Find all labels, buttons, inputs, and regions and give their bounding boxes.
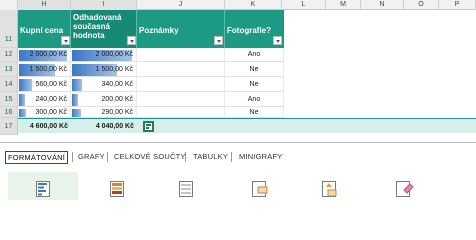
cell-fotografie[interactable]: Ne [225, 62, 284, 77]
option-greater-than[interactable] [228, 172, 298, 200]
column-header-j[interactable]: J [137, 0, 225, 10]
row-header-16[interactable]: 16 [0, 107, 18, 118]
cell-odhadovana[interactable]: 340,00 Kč [71, 77, 137, 92]
tab-separator [107, 152, 108, 162]
filter-dropdown-fotografie[interactable] [273, 36, 282, 45]
cell-odhadovana[interactable]: 290,00 Kč [71, 107, 137, 118]
row-header-15[interactable]: 15 [0, 92, 18, 107]
header-poznamky-label: Poznámky [139, 26, 179, 35]
row-header-12[interactable]: 12 [0, 48, 18, 62]
total-odhad-value: 4 040,00 Kč [95, 123, 134, 130]
databar [72, 109, 81, 117]
option-top-10[interactable] [298, 172, 368, 200]
cell-kupni-cena[interactable]: 300,00 Kč [18, 107, 71, 118]
cell-value: Ano [247, 96, 261, 103]
cell-kupni-cena[interactable]: 560,00 Kč [18, 77, 71, 92]
databar [72, 79, 83, 91]
databar [72, 94, 78, 106]
filter-dropdown-kupni-cena[interactable] [61, 36, 70, 45]
option-color-scale[interactable] [82, 172, 152, 200]
tab-celkove-soucty[interactable]: CELKOVÉ SOUČTY [114, 151, 186, 162]
column-header-p[interactable]: P [439, 0, 476, 10]
cell-value: 240,00 Kč [35, 96, 67, 103]
option-icon-set[interactable] [155, 172, 225, 200]
tab-minigrafy[interactable]: MINIGRAFY [239, 151, 282, 162]
cell-value: 1 500,00 Kč [95, 66, 133, 73]
quick-analysis-button[interactable] [143, 121, 154, 132]
cell-kupni-cena[interactable]: 2 000,00 Kč [18, 48, 71, 62]
cell-fotografie[interactable]: Ne [225, 107, 284, 118]
cell-value: 340,00 Kč [101, 81, 133, 88]
cell-value: 290,00 Kč [101, 109, 133, 116]
column-header-i[interactable]: I [71, 0, 137, 10]
column-header-m[interactable]: M [326, 0, 361, 10]
tab-tabulky[interactable]: TABULKY [193, 151, 228, 162]
cell-odhadovana[interactable]: 200,00 Kč [71, 92, 137, 107]
tab-separator [185, 152, 186, 162]
cell-poznamky[interactable] [137, 62, 225, 77]
color-scale-icon [110, 181, 124, 197]
cell-value: 560,00 Kč [35, 81, 67, 88]
cell-poznamky[interactable] [137, 92, 225, 107]
filter-dropdown-poznamky[interactable] [214, 36, 223, 45]
column-header-n[interactable]: N [361, 0, 404, 10]
icon-set-icon [179, 181, 193, 197]
option-clear-format[interactable] [372, 172, 442, 200]
option-databar[interactable] [8, 172, 78, 200]
quick-analysis-icon [144, 122, 153, 131]
databar-icon [36, 181, 50, 197]
cell-value: Ne [249, 81, 259, 88]
cell-poznamky[interactable] [137, 48, 225, 62]
column-header-l[interactable]: L [282, 0, 326, 10]
cell-value: Ne [249, 66, 259, 73]
databar [19, 94, 25, 106]
tab-grafy[interactable]: GRAFY [78, 151, 105, 162]
column-header-k[interactable]: K [225, 0, 282, 10]
row-header-17[interactable]: 17 [0, 118, 18, 135]
total-odhadovana[interactable]: 4 040,00 Kč [71, 118, 137, 133]
cell-poznamky[interactable] [137, 77, 225, 92]
total-kupni-value: 4 600,00 Kč [29, 123, 68, 130]
tab-separator [72, 152, 73, 162]
total-kupni-cena[interactable]: 4 600,00 Kč [18, 118, 71, 133]
row-header-11[interactable]: 11 [0, 10, 18, 48]
databar [19, 79, 33, 91]
cell-kupni-cena[interactable]: 240,00 Kč [18, 92, 71, 107]
cell-kupni-cena[interactable]: 1 500,00 Kč [18, 62, 71, 77]
cell-fotografie[interactable]: Ano [225, 48, 284, 62]
column-header-o[interactable]: O [404, 0, 439, 10]
filter-dropdown-odhadovana[interactable] [127, 36, 136, 45]
row-header-13[interactable]: 13 [0, 62, 18, 77]
header-odhadovana-label: Odhadovaná současná hodnota [73, 13, 122, 40]
eraser-icon [396, 181, 414, 197]
cell-odhadovana[interactable]: 2 000,00 Kč [71, 48, 137, 62]
tab-formatovani[interactable]: FORMÁTOVÁNÍ [5, 151, 69, 164]
header-kupni-cena-label: Kupní cena [20, 26, 64, 35]
cell-value: 2 000,00 Kč [29, 51, 67, 58]
greater-than-icon [252, 181, 268, 197]
header-poznamky[interactable]: Poznámky [137, 10, 225, 48]
cell-odhadovana[interactable]: 1 500,00 Kč [71, 62, 137, 77]
cell-value: Ne [249, 109, 259, 116]
row-header-14[interactable]: 14 [0, 77, 18, 92]
column-header-h[interactable]: H [18, 0, 71, 10]
databar [19, 109, 27, 117]
cell-value: 300,00 Kč [35, 109, 67, 116]
cell-fotografie[interactable]: Ano [225, 92, 284, 107]
cell-poznamky[interactable] [137, 107, 225, 118]
cell-value: 2 000,00 Kč [95, 51, 133, 58]
cell-value: 200,00 Kč [101, 96, 133, 103]
cell-fotografie[interactable]: Ne [225, 77, 284, 92]
cell-value: Ano [247, 51, 261, 58]
cell-value: 1 500,00 Kč [29, 66, 67, 73]
corner-select-all[interactable] [0, 0, 18, 10]
top-ten-icon [322, 181, 337, 197]
header-fotografie-label: Fotografie? [227, 26, 271, 35]
tab-separator [231, 152, 232, 162]
